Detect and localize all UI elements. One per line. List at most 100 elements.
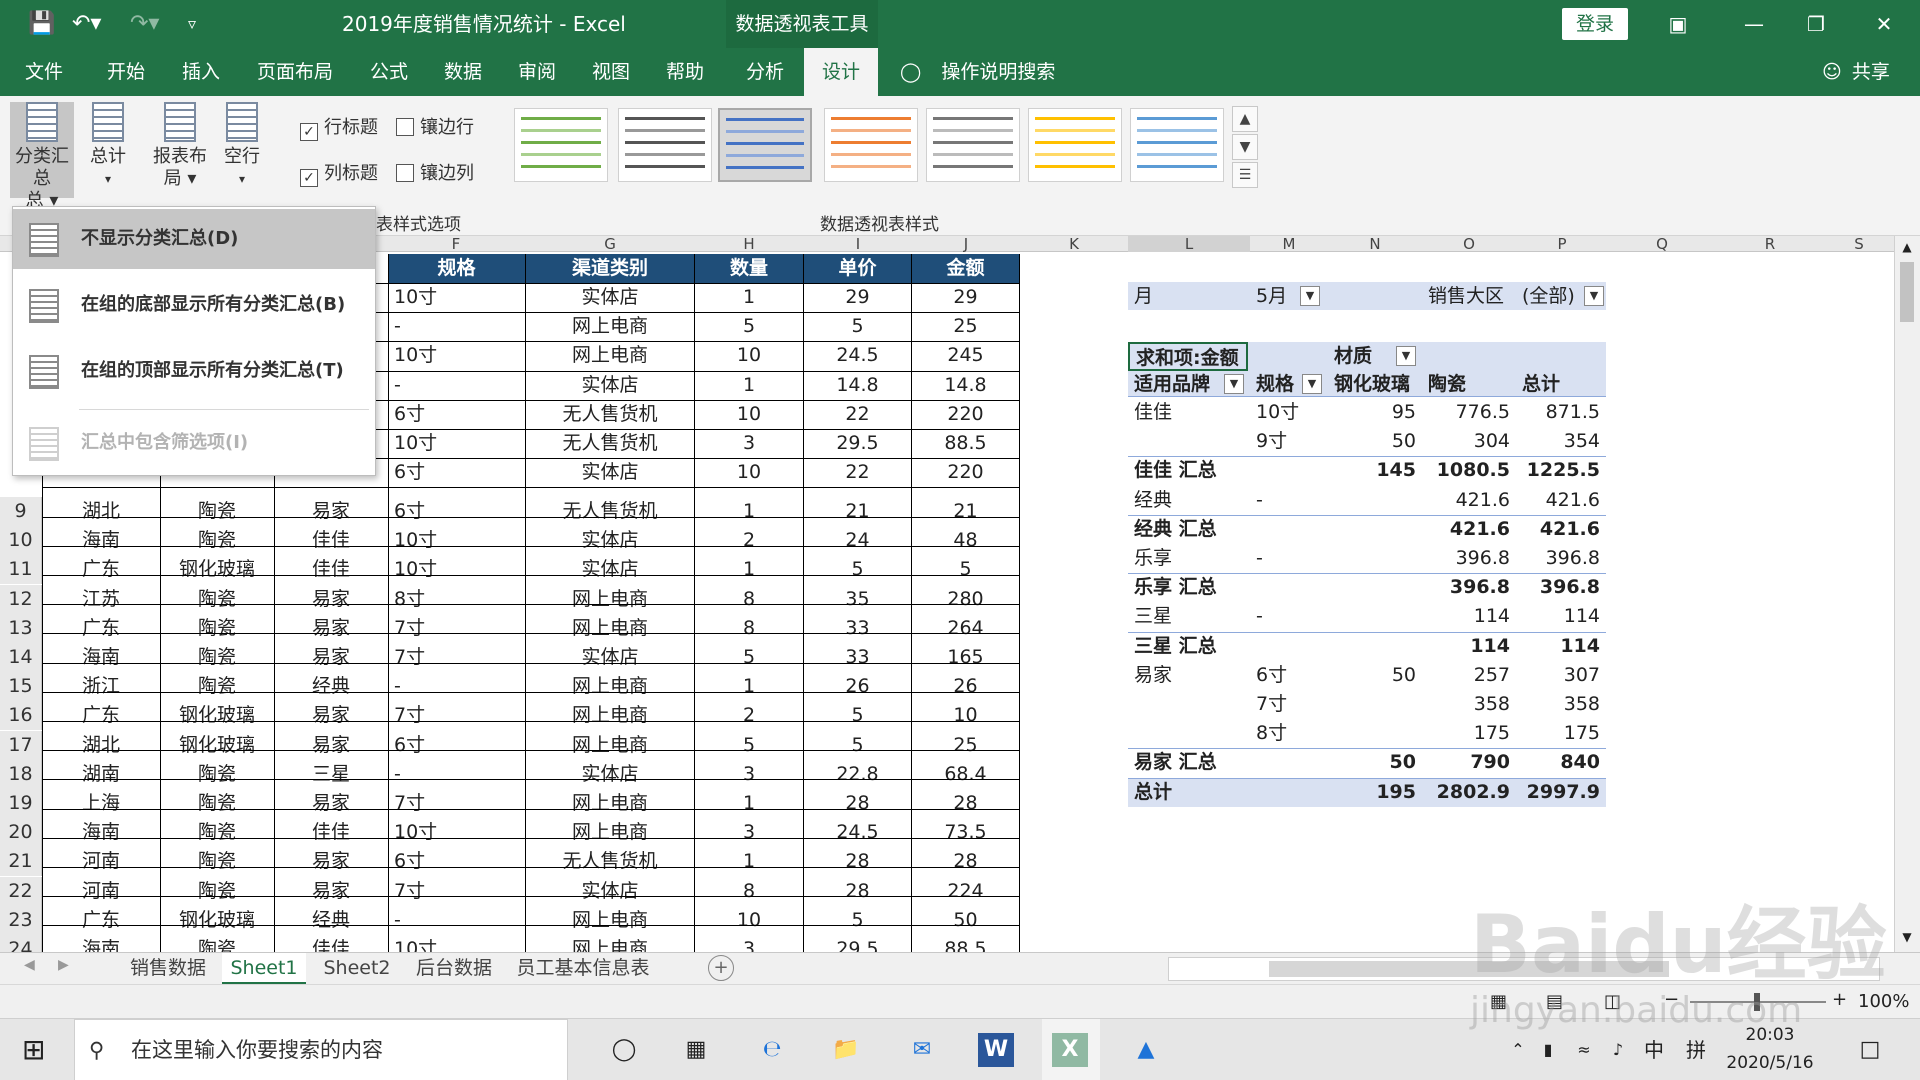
table-cell[interactable]: 网上电商 <box>526 341 694 370</box>
pivot-row-spec[interactable] <box>1250 456 1328 485</box>
edge-icon[interactable]: ℮ <box>754 1033 790 1067</box>
pivot-cell-ceramic[interactable]: 421.6 <box>1422 515 1516 544</box>
pivot-cell-glass[interactable]: 95 <box>1328 398 1422 427</box>
table-cell[interactable]: 68.4 <box>912 760 1019 789</box>
table-cell[interactable]: 易家 <box>274 585 388 614</box>
tab-help[interactable]: 帮助 <box>648 48 722 96</box>
table-cell[interactable]: 26 <box>804 672 911 701</box>
table-cell[interactable]: 22 <box>804 400 911 429</box>
table-cell[interactable]: 实体店 <box>526 877 694 906</box>
table-cell[interactable]: 10寸 <box>388 429 525 458</box>
pivot-row-spec[interactable] <box>1250 748 1328 777</box>
table-cell[interactable]: 陶瓷 <box>160 935 274 952</box>
table-cell[interactable]: 海南 <box>42 935 160 952</box>
task-view-icon[interactable]: ▦ <box>678 1033 714 1067</box>
table-cell[interactable]: 陶瓷 <box>160 847 274 876</box>
table-cell[interactable]: 10 <box>695 458 803 487</box>
table-cell[interactable]: 陶瓷 <box>160 585 274 614</box>
table-cell[interactable]: 25 <box>912 731 1019 760</box>
pivot-cell-glass[interactable] <box>1328 573 1422 602</box>
pivot-cell-ceramic[interactable]: 421.6 <box>1422 486 1516 515</box>
table-cell[interactable]: 29.5 <box>804 429 911 458</box>
table-cell[interactable]: 江苏 <box>42 585 160 614</box>
table-cell[interactable]: 6寸 <box>388 731 525 760</box>
table-cell[interactable]: 广东 <box>42 614 160 643</box>
table-cell[interactable]: - <box>388 371 525 400</box>
table-cell[interactable]: 24 <box>804 526 911 555</box>
table-cell[interactable]: 无人售货机 <box>526 400 694 429</box>
pivot-cell-ceramic[interactable]: 396.8 <box>1422 544 1516 573</box>
pivot-row-brand[interactable]: 佳佳 <box>1128 398 1250 427</box>
pivot-cell-glass[interactable]: 195 <box>1328 778 1422 807</box>
pivot-cell-total[interactable]: 840 <box>1516 748 1606 777</box>
style-swatch-lightblue[interactable] <box>1130 108 1224 182</box>
table-cell[interactable]: 实体店 <box>526 760 694 789</box>
col-headers-checkbox[interactable]: ✓ 列标题 <box>300 162 378 187</box>
table-cell[interactable]: 上海 <box>42 789 160 818</box>
table-cell[interactable]: 1 <box>695 789 803 818</box>
table-cell[interactable]: 网上电商 <box>526 935 694 952</box>
table-cell[interactable]: 5 <box>804 701 911 730</box>
pivot-cell-total[interactable]: 354 <box>1516 427 1606 456</box>
table-cell[interactable]: 88.5 <box>912 429 1019 458</box>
pivot-row-brand[interactable] <box>1128 690 1250 719</box>
table-cell[interactable]: 湖南 <box>42 760 160 789</box>
table-cell[interactable]: 7寸 <box>388 701 525 730</box>
table-cell[interactable]: 陶瓷 <box>160 877 274 906</box>
next-sheet-icon[interactable]: ▶ <box>58 957 69 973</box>
chevron-down-icon[interactable]: ▼ <box>1396 346 1416 366</box>
tab-file[interactable]: 文件 <box>0 48 88 96</box>
close-icon[interactable]: ✕ <box>1864 10 1904 38</box>
row-number[interactable]: 21 <box>0 847 42 877</box>
table-cell[interactable]: 无人售货机 <box>526 429 694 458</box>
header-channel[interactable]: 渠道类别 <box>526 254 694 283</box>
pivot-cell-glass[interactable] <box>1328 632 1422 661</box>
pivot-cell-glass[interactable] <box>1328 544 1422 573</box>
table-cell[interactable]: 海南 <box>42 526 160 555</box>
table-cell[interactable]: 24.5 <box>804 818 911 847</box>
pivot-cell-glass[interactable] <box>1328 486 1422 515</box>
table-cell[interactable]: 钢化玻璃 <box>160 555 274 584</box>
pivot-cell-total[interactable]: 114 <box>1516 602 1606 631</box>
table-cell[interactable]: 28 <box>912 789 1019 818</box>
chevron-down-icon[interactable]: ▼ <box>1224 374 1244 394</box>
table-cell[interactable]: 陶瓷 <box>160 643 274 672</box>
table-cell[interactable]: - <box>388 760 525 789</box>
row-number[interactable]: 14 <box>0 643 42 672</box>
vertical-scrollbar[interactable]: ▲ ▼ <box>1894 236 1920 952</box>
table-cell[interactable]: 73.5 <box>912 818 1019 847</box>
pivot-cell-ceramic[interactable]: 358 <box>1422 690 1516 719</box>
table-cell[interactable]: 26 <box>912 672 1019 701</box>
table-cell[interactable]: 无人售货机 <box>526 497 694 526</box>
table-cell[interactable]: 21 <box>804 497 911 526</box>
table-cell[interactable]: 28 <box>804 789 911 818</box>
cortana-icon[interactable]: ◯ <box>606 1033 642 1067</box>
tab-data[interactable]: 数据 <box>426 48 500 96</box>
photos-icon[interactable]: ▲ <box>1128 1033 1164 1067</box>
windows-start-icon[interactable]: ⊞ <box>22 1033 45 1067</box>
styles-scroll-down-icon[interactable]: ▼ <box>1232 134 1258 160</box>
table-cell[interactable]: 无人售货机 <box>526 847 694 876</box>
pivot-row-brand[interactable]: 三星 汇总 <box>1128 632 1250 661</box>
table-cell[interactable]: 网上电商 <box>526 672 694 701</box>
table-cell[interactable]: 网上电商 <box>526 818 694 847</box>
table-cell[interactable]: 10 <box>695 400 803 429</box>
table-cell[interactable]: 1 <box>695 497 803 526</box>
row-number[interactable]: 20 <box>0 818 42 848</box>
wifi-icon[interactable]: ≈ <box>1566 1033 1602 1067</box>
table-cell[interactable]: 14.8 <box>804 371 911 400</box>
table-cell[interactable]: 24.5 <box>804 341 911 370</box>
col-header-o[interactable]: O <box>1422 236 1516 252</box>
table-cell[interactable]: 实体店 <box>526 283 694 312</box>
table-cell[interactable]: 陶瓷 <box>160 526 274 555</box>
pivot-row-spec[interactable]: 10寸 <box>1250 398 1328 427</box>
pivot-cell-total[interactable]: 358 <box>1516 690 1606 719</box>
pivot-cell-glass[interactable] <box>1328 602 1422 631</box>
customize-qat-icon[interactable]: ▿ <box>188 10 196 38</box>
table-cell[interactable]: 湖北 <box>42 731 160 760</box>
filter-icon[interactable]: ▼ <box>1300 286 1320 306</box>
pivot-row-brand[interactable]: 三星 <box>1128 602 1250 631</box>
table-cell[interactable]: 网上电商 <box>526 906 694 935</box>
tab-analyze[interactable]: 分析 <box>728 48 802 96</box>
file-explorer-icon[interactable]: 📁 <box>828 1033 864 1067</box>
